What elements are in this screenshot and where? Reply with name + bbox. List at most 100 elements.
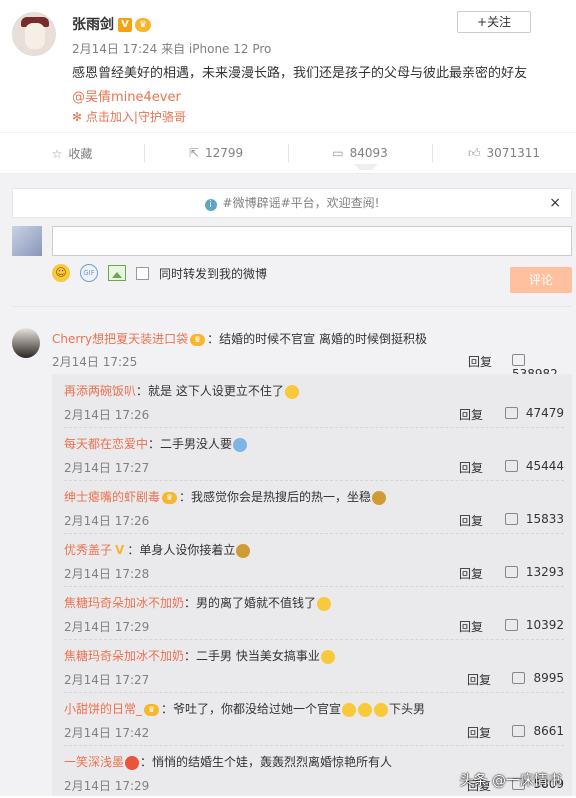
reply-author[interactable]: 小甜饼的日常_: [64, 702, 142, 716]
post-meta: 2月14日 17:24 来自 iPhone 12 Pro: [72, 40, 271, 57]
vip-icon: ♛: [162, 492, 177, 504]
sync-checkbox[interactable]: [136, 267, 149, 280]
thumbs-up-icon: [505, 566, 518, 578]
reply-author[interactable]: 优秀盖子: [64, 543, 112, 557]
emoji-icon: [233, 438, 247, 452]
reply-time: 2月14日 17:27: [64, 671, 149, 688]
thumbs-up-icon: [505, 407, 518, 419]
reply-button[interactable]: 回复: [459, 512, 483, 529]
verified-icon: V: [115, 543, 124, 557]
rumor-notice: i#微博辟谣#平台，欢迎查阅! ×: [12, 188, 572, 218]
reply-author[interactable]: 焦糖玛奇朵加冰不加奶: [64, 596, 184, 610]
author-avatar[interactable]: [12, 12, 56, 56]
reply-like-button[interactable]: 15833: [504, 512, 564, 526]
badge-icon: [125, 756, 139, 770]
comment-section: i#微博辟谣#平台，欢迎查阅! × ☺ GIF 同时转发到我的微博 评论 Che…: [0, 174, 576, 796]
info-icon: i: [205, 199, 217, 211]
reply-time: 2月14日 17:42: [64, 724, 149, 741]
sync-label: 同时转发到我的微博: [159, 265, 267, 282]
emoji-icon: [236, 544, 250, 558]
comment-button[interactable]: ▭84093: [288, 146, 432, 160]
emoji-icon: [372, 491, 386, 505]
vip-icon: ♛: [190, 334, 205, 346]
reply-author[interactable]: 每天都在恋爱中: [64, 437, 148, 451]
reply-author[interactable]: 再添两碗饭叭: [64, 384, 136, 398]
reply-text: ：二手男 快当美女搞事业: [184, 649, 320, 663]
reply-item: 小甜饼的日常_♛：爷吐了，你都没给过她一个官宣 下头男 2月14日 17:42 回…: [64, 692, 564, 745]
reply-like-button[interactable]: 13293: [504, 565, 564, 579]
emoji-icon: [358, 703, 372, 717]
reply-like-button[interactable]: 8995: [504, 671, 564, 685]
reply-time: 2月14日 17:26: [64, 512, 149, 529]
reply-button[interactable]: 回复: [459, 618, 483, 635]
comment-time: 2月14日 17:25: [52, 353, 137, 370]
thumbs-up-icon: 👍︎: [468, 146, 481, 161]
reply-time: 2月14日 17:27: [64, 459, 149, 476]
emoji-icon: [374, 703, 388, 717]
thumbs-up-icon: [512, 672, 525, 684]
commenter-name[interactable]: Cherry想把夏天装进口袋: [52, 332, 188, 346]
reply-button[interactable]: 回复: [459, 459, 483, 476]
thumbs-up-icon: [505, 460, 518, 472]
reply-time: 2月14日 17:29: [64, 777, 149, 794]
close-icon[interactable]: ×: [549, 189, 561, 217]
verified-icon: V: [118, 18, 132, 32]
emoji-icon: [317, 597, 331, 611]
reply-button[interactable]: 回复: [467, 671, 491, 688]
reply-author[interactable]: 焦糖玛奇朵加冰不加奶: [64, 649, 184, 663]
reply-like-button[interactable]: 47479: [504, 406, 564, 420]
reply-text: ：悄悄的结婚生个娃，轰轰烈烈离婚惊艳所有人: [140, 755, 392, 769]
reply-text: ：男的离了婚就不值钱了: [184, 596, 316, 610]
reply-item: 绅士瘪嘴的虾剧毒♛：我感觉你会是热搜后的热一，坐稳 2月14日 17:26 回复…: [64, 480, 564, 533]
reply-author[interactable]: 一笑深浅墨: [64, 755, 124, 769]
follow-button[interactable]: +关注: [457, 11, 531, 33]
reply-time: 2月14日 17:26: [64, 406, 149, 423]
thumbs-up-icon: [505, 619, 518, 631]
reply-button[interactable]: 回复: [468, 353, 492, 370]
supertopic-link[interactable]: ✻ 点击加入|守护骆哥: [72, 108, 186, 125]
post-content: 感恩曾经美好的相遇，未来漫漫长路，我们还是孩子的父母与彼此最亲密的好友: [72, 62, 527, 81]
image-icon[interactable]: [108, 265, 126, 281]
vip-icon: ♛: [144, 704, 159, 716]
commenter-avatar[interactable]: [12, 328, 40, 358]
repost-button[interactable]: ⇱12799: [144, 146, 288, 160]
reply-button[interactable]: 回复: [459, 406, 483, 423]
reply-time: 2月14日 17:28: [64, 565, 149, 582]
post-actions: ☆收藏 ⇱12799 ▭84093 👍︎3071311: [0, 132, 576, 174]
reply-text: ：就是 这下人设更立不住了: [136, 384, 284, 398]
reply-like-button[interactable]: 10392: [504, 618, 564, 632]
reply-item: 焦糖玛奇朵加冰不加奶：男的离了婚就不值钱了 2月14日 17:29 回复 103…: [64, 586, 564, 639]
reply-author[interactable]: 绅士瘪嘴的虾剧毒: [64, 490, 160, 504]
comment-icon: ▭: [332, 146, 343, 160]
reply-text-suffix: 下头男: [389, 702, 425, 716]
reply-like-button[interactable]: 45444: [504, 459, 564, 473]
author-name[interactable]: 张雨剑V♛: [72, 14, 151, 34]
reply-text: ：二手男没人要: [148, 437, 232, 451]
thumbs-up-icon: [512, 354, 525, 366]
reply-item: 每天都在恋爱中：二手男没人要 2月14日 17:27 回复 45444: [64, 427, 564, 480]
like-button[interactable]: 👍︎3071311: [432, 146, 576, 161]
reply-button[interactable]: 回复: [467, 724, 491, 741]
repost-icon: ⇱: [189, 146, 199, 160]
reply-list: 再添两碗饭叭：就是 这下人设更立不住了 2月14日 17:26 回复 47479…: [52, 374, 572, 796]
reply-text: ：爷吐了，你都没给过她一个官宣: [161, 702, 341, 716]
reply-time: 2月14日 17:29: [64, 618, 149, 635]
submit-comment-button[interactable]: 评论: [510, 267, 572, 293]
vip-icon: ♛: [135, 18, 151, 32]
favorite-button[interactable]: ☆收藏: [0, 145, 144, 162]
watermark: 头条 @一床情书: [460, 770, 562, 790]
emoji-icon: [285, 385, 299, 399]
comment-input[interactable]: [52, 226, 572, 256]
reply-like-button[interactable]: 8661: [504, 724, 564, 738]
emoji-icon: [321, 650, 335, 664]
gif-icon[interactable]: GIF: [80, 264, 98, 282]
reply-item: 再添两碗饭叭：就是 这下人设更立不住了 2月14日 17:26 回复 47479: [64, 374, 564, 427]
mention-link[interactable]: @吴倩mine4ever: [72, 86, 181, 105]
reply-item: 焦糖玛奇朵加冰不加奶：二手男 快当美女搞事业 2月14日 17:27 回复 89…: [64, 639, 564, 692]
emoji-icon[interactable]: ☺: [52, 264, 70, 282]
emoji-icon: [342, 703, 356, 717]
my-avatar: [12, 226, 42, 256]
thumbs-up-icon: [512, 725, 525, 737]
reply-button[interactable]: 回复: [459, 565, 483, 582]
weibo-post: 张雨剑V♛ +关注 2月14日 17:24 来自 iPhone 12 Pro 感…: [0, 0, 576, 132]
